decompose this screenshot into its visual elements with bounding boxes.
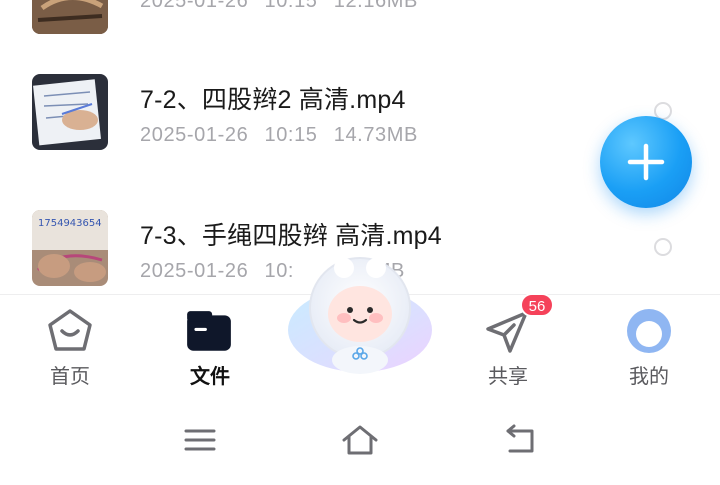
file-time: 10:15: [264, 124, 318, 146]
tab-profile[interactable]: 我的: [589, 295, 709, 395]
plus-icon: [627, 143, 665, 181]
home-outline-icon[interactable]: [340, 422, 380, 458]
tab-label: 文件: [190, 366, 230, 388]
file-size: 12.16MB: [333, 0, 418, 12]
mascot-icon: [288, 257, 432, 374]
tab-label: 我的: [629, 366, 669, 388]
file-date: 2025-01-26: [140, 124, 249, 146]
tab-files[interactable]: 文件: [150, 295, 270, 395]
file-name: 7-2、四股辫2 高清.mp4: [140, 86, 406, 114]
file-date: 2025-01-26: [140, 0, 249, 12]
svg-text:1754943654: 1754943654: [38, 218, 102, 229]
file-name: 7-3、手绳四股辫 高清.mp4: [140, 222, 442, 250]
notification-badge: 56: [520, 293, 554, 317]
tab-label: 首页: [50, 366, 90, 388]
file-size: 14.73MB: [333, 124, 418, 146]
folder-icon: [187, 311, 231, 351]
home-icon: [48, 309, 92, 351]
file-time: 10:15: [264, 0, 318, 12]
select-checkbox[interactable]: [654, 238, 672, 256]
profile-avatar-icon: [627, 309, 671, 353]
system-nav-bar: [0, 394, 720, 485]
video-thumbnail[interactable]: [32, 74, 108, 150]
file-meta: 2025-01-26 10:15 14.73MB: [140, 124, 428, 147]
file-meta: 2025-01-26 10:15 12.16MB: [140, 0, 428, 13]
tab-label: 共享: [488, 366, 528, 388]
video-thumbnail[interactable]: 1754943654: [32, 210, 108, 286]
back-icon[interactable]: [500, 422, 540, 458]
mascot-button[interactable]: [284, 250, 436, 380]
add-button[interactable]: [600, 116, 692, 208]
file-row[interactable]: 2025-01-26 10:15 12.16MB: [0, 0, 720, 50]
tab-home[interactable]: 首页: [10, 295, 130, 395]
menu-icon[interactable]: [180, 422, 220, 458]
file-date: 2025-01-26: [140, 260, 249, 282]
video-thumbnail[interactable]: [32, 0, 108, 34]
